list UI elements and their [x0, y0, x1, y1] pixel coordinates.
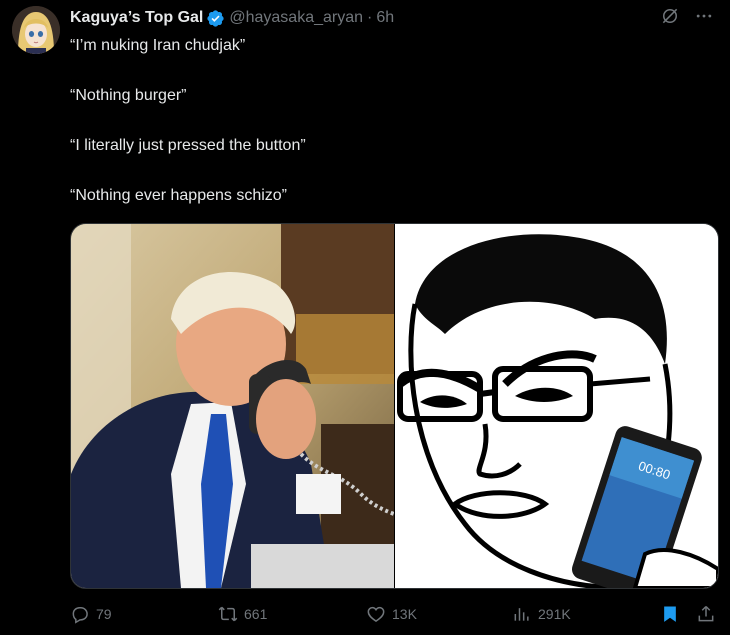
verified-badge-icon[interactable] [206, 9, 225, 28]
reply-count: 79 [96, 606, 112, 622]
avatar[interactable] [12, 6, 60, 54]
tweet-text: “I’m nuking Iran chudjak” “Nothing burge… [70, 36, 710, 236]
display-name[interactable]: Kaguya’s Top Gal [70, 9, 203, 27]
handle[interactable]: @hayasaka_aryan [229, 9, 363, 27]
tweet-line: “I’m nuking Iran chudjak” [70, 37, 246, 54]
header-actions [660, 6, 714, 26]
timestamp[interactable]: 6h [376, 9, 394, 27]
media-grid[interactable]: 00:80 [70, 223, 719, 589]
tweet-line: “Nothing burger” [70, 87, 187, 104]
share-button[interactable] [696, 604, 716, 624]
views-count: 291K [538, 606, 571, 622]
like-button[interactable]: 13K [366, 604, 417, 624]
views-icon [514, 608, 529, 621]
media-photo-left[interactable] [71, 224, 394, 588]
repost-button[interactable]: 661 [218, 604, 267, 624]
reply-icon [72, 607, 88, 624]
wojak-phone-drawing: 00:80 [395, 224, 718, 588]
phone-call-photo [71, 224, 394, 588]
tweet-line: “I literally just pressed the button” [70, 137, 306, 154]
action-bar: 79 661 13K 291K [70, 604, 720, 628]
media-photo-right[interactable]: 00:80 [395, 224, 718, 588]
like-icon [367, 606, 385, 622]
separator: · [367, 9, 373, 26]
tweet-line: “Nothing ever happens schizo” [70, 187, 288, 204]
views-button[interactable]: 291K [512, 604, 571, 624]
bookmark-button[interactable] [660, 604, 680, 624]
reply-button[interactable]: 79 [70, 604, 112, 624]
tweet-header: Kaguya’s Top Gal @hayasaka_aryan · 6h [70, 6, 714, 30]
avatar-image [12, 6, 60, 54]
share-icon [698, 605, 714, 622]
like-count: 13K [392, 606, 417, 622]
more-icon[interactable] [694, 6, 714, 26]
repost-icon [218, 606, 238, 622]
repost-count: 661 [244, 606, 268, 622]
bookmark-icon [664, 606, 676, 622]
grok-icon[interactable] [660, 6, 680, 26]
